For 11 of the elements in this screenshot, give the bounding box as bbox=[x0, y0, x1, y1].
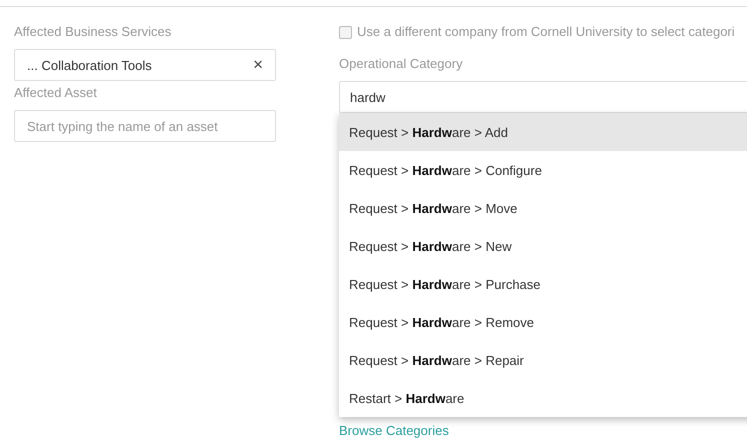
field-label: Operational Category bbox=[339, 56, 464, 72]
clear-button[interactable]: × bbox=[253, 55, 263, 75]
checkbox[interactable] bbox=[339, 26, 352, 38]
checkbox-label: Use a different company from Cornell University to select categori bbox=[357, 24, 735, 40]
field-label: Affected Asset bbox=[14, 85, 98, 101]
category-input[interactable]: hardw bbox=[339, 81, 747, 113]
dropdown-option[interactable]: Request > Hardware > Add bbox=[339, 113, 747, 151]
field-label: Affected Business Services bbox=[14, 24, 172, 40]
dropdown-option[interactable]: Restart > Hardware bbox=[339, 379, 747, 417]
business-service-field[interactable]: ... Collaboration Tools × bbox=[14, 49, 276, 81]
asset-input[interactable]: Start typing the name of an asset bbox=[14, 110, 276, 142]
